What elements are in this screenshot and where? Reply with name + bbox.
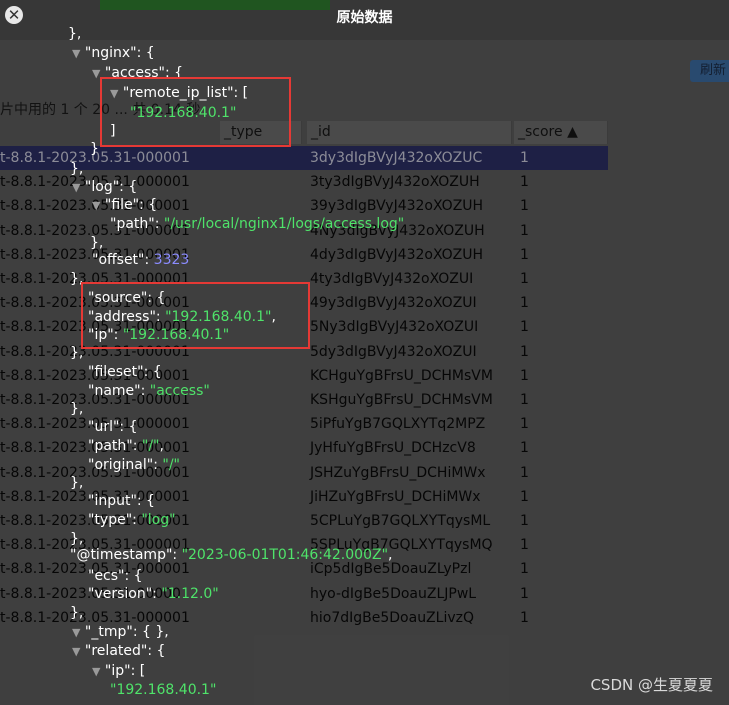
json-punct: : (132, 512, 142, 528)
json-punct: : (153, 457, 163, 473)
json-punct: : { (119, 419, 138, 435)
json-line: ▼ "nginx": { (72, 44, 155, 63)
json-key: "_tmp" (84, 624, 133, 640)
json-punct: : { (136, 493, 155, 509)
json-key: "path" (110, 216, 155, 232)
json-string: "access" (149, 383, 210, 399)
json-line: ▼ "log": { (72, 178, 137, 197)
collapse-icon[interactable]: ▼ (72, 645, 80, 658)
collapse-icon[interactable]: ▼ (72, 626, 80, 639)
json-key: "nginx" (84, 45, 137, 61)
json-key: "ecs" (88, 568, 125, 584)
json-line: }, (90, 235, 104, 251)
json-number: 3323 (153, 252, 190, 268)
json-string: "/" (162, 457, 180, 473)
json-key: "offset" (92, 252, 145, 268)
json-punct: : (132, 438, 142, 454)
collapse-icon[interactable]: ▼ (92, 199, 100, 212)
json-key: "@timestamp" (70, 547, 173, 563)
json-line: "url": { (88, 418, 137, 436)
json-punct: , (159, 438, 164, 454)
json-line: }, (70, 475, 84, 491)
json-line: "offset": 3323 (92, 251, 189, 269)
json-key: "fileset" (88, 364, 144, 380)
json-line: "input": { (88, 492, 155, 510)
json-line: "version": "1.12.0" (88, 585, 219, 603)
json-punct: : (140, 383, 150, 399)
json-key: "path" (88, 438, 133, 454)
json-line: }, (70, 401, 84, 417)
collapse-icon[interactable]: ▼ (72, 181, 80, 194)
json-punct: : { }, (132, 624, 169, 640)
json-key: "name" (88, 383, 141, 399)
json-key: "file" (104, 197, 140, 213)
json-key: "url" (88, 419, 120, 435)
json-line: ▼ "ip": [ (92, 662, 145, 681)
json-string: "log" (141, 512, 176, 528)
json-key: "ip" (104, 663, 131, 679)
json-string: "/usr/local/nginx1/logs/access.log" (163, 216, 405, 232)
json-string: "192.168.40.1" (110, 682, 217, 698)
highlight-box-remote-ip (100, 77, 291, 147)
json-key: "related" (84, 643, 148, 659)
json-line: ▼ "_tmp": { }, (72, 623, 169, 642)
json-punct: : { (124, 568, 143, 584)
json-line: "path": "/usr/local/nginx1/logs/access.l… (110, 215, 404, 233)
json-line: }, (70, 161, 84, 177)
json-punct: : [ (130, 663, 146, 679)
watermark: CSDN @生夏夏夏 (590, 676, 713, 694)
json-key: "log" (84, 179, 120, 195)
json-line: "type": "log" (88, 511, 176, 529)
json-punct: : (152, 586, 162, 602)
json-line: "fileset": { (88, 363, 162, 381)
json-punct: , (388, 547, 393, 563)
json-punct: : { (143, 364, 162, 380)
collapse-icon[interactable]: ▼ (92, 665, 100, 678)
json-line: } (90, 141, 99, 157)
json-punct: : (144, 252, 154, 268)
collapse-icon[interactable]: ▼ (72, 47, 80, 60)
json-punct: : { (147, 643, 166, 659)
json-punct: : { (139, 197, 158, 213)
json-string: "1.12.0" (161, 586, 219, 602)
json-line: "original": "/" (88, 456, 180, 474)
json-line: ▼ "related": { (72, 642, 165, 661)
json-string: "/" (141, 438, 160, 454)
json-key: "original" (88, 457, 154, 473)
raw-data-dialog: ✕ 原始数据 }, ▼ "nginx": { ▼ "access": { ▼ "… (0, 0, 729, 705)
json-punct: : { (119, 179, 138, 195)
json-string: "2023-06-01T01:46:42.000Z" (181, 547, 389, 563)
json-line: }, (70, 605, 84, 621)
json-line: ▼ "file": { (92, 196, 157, 215)
json-viewer: }, ▼ "nginx": { ▼ "access": { ▼ "remote_… (0, 0, 729, 705)
json-line: }, (68, 26, 82, 42)
highlight-box-source (81, 282, 310, 349)
json-punct: : { (136, 45, 155, 61)
json-key: "version" (88, 586, 153, 602)
json-key: "input" (88, 493, 137, 509)
json-punct: : (154, 216, 164, 232)
json-line: "@timestamp": "2023-06-01T01:46:42.000Z"… (70, 546, 392, 564)
json-key: "type" (88, 512, 133, 528)
json-line: "ecs": { (88, 567, 143, 585)
json-line: "path": "/", (88, 437, 164, 455)
json-punct: : (172, 547, 182, 563)
json-line: "name": "access" (88, 382, 210, 400)
